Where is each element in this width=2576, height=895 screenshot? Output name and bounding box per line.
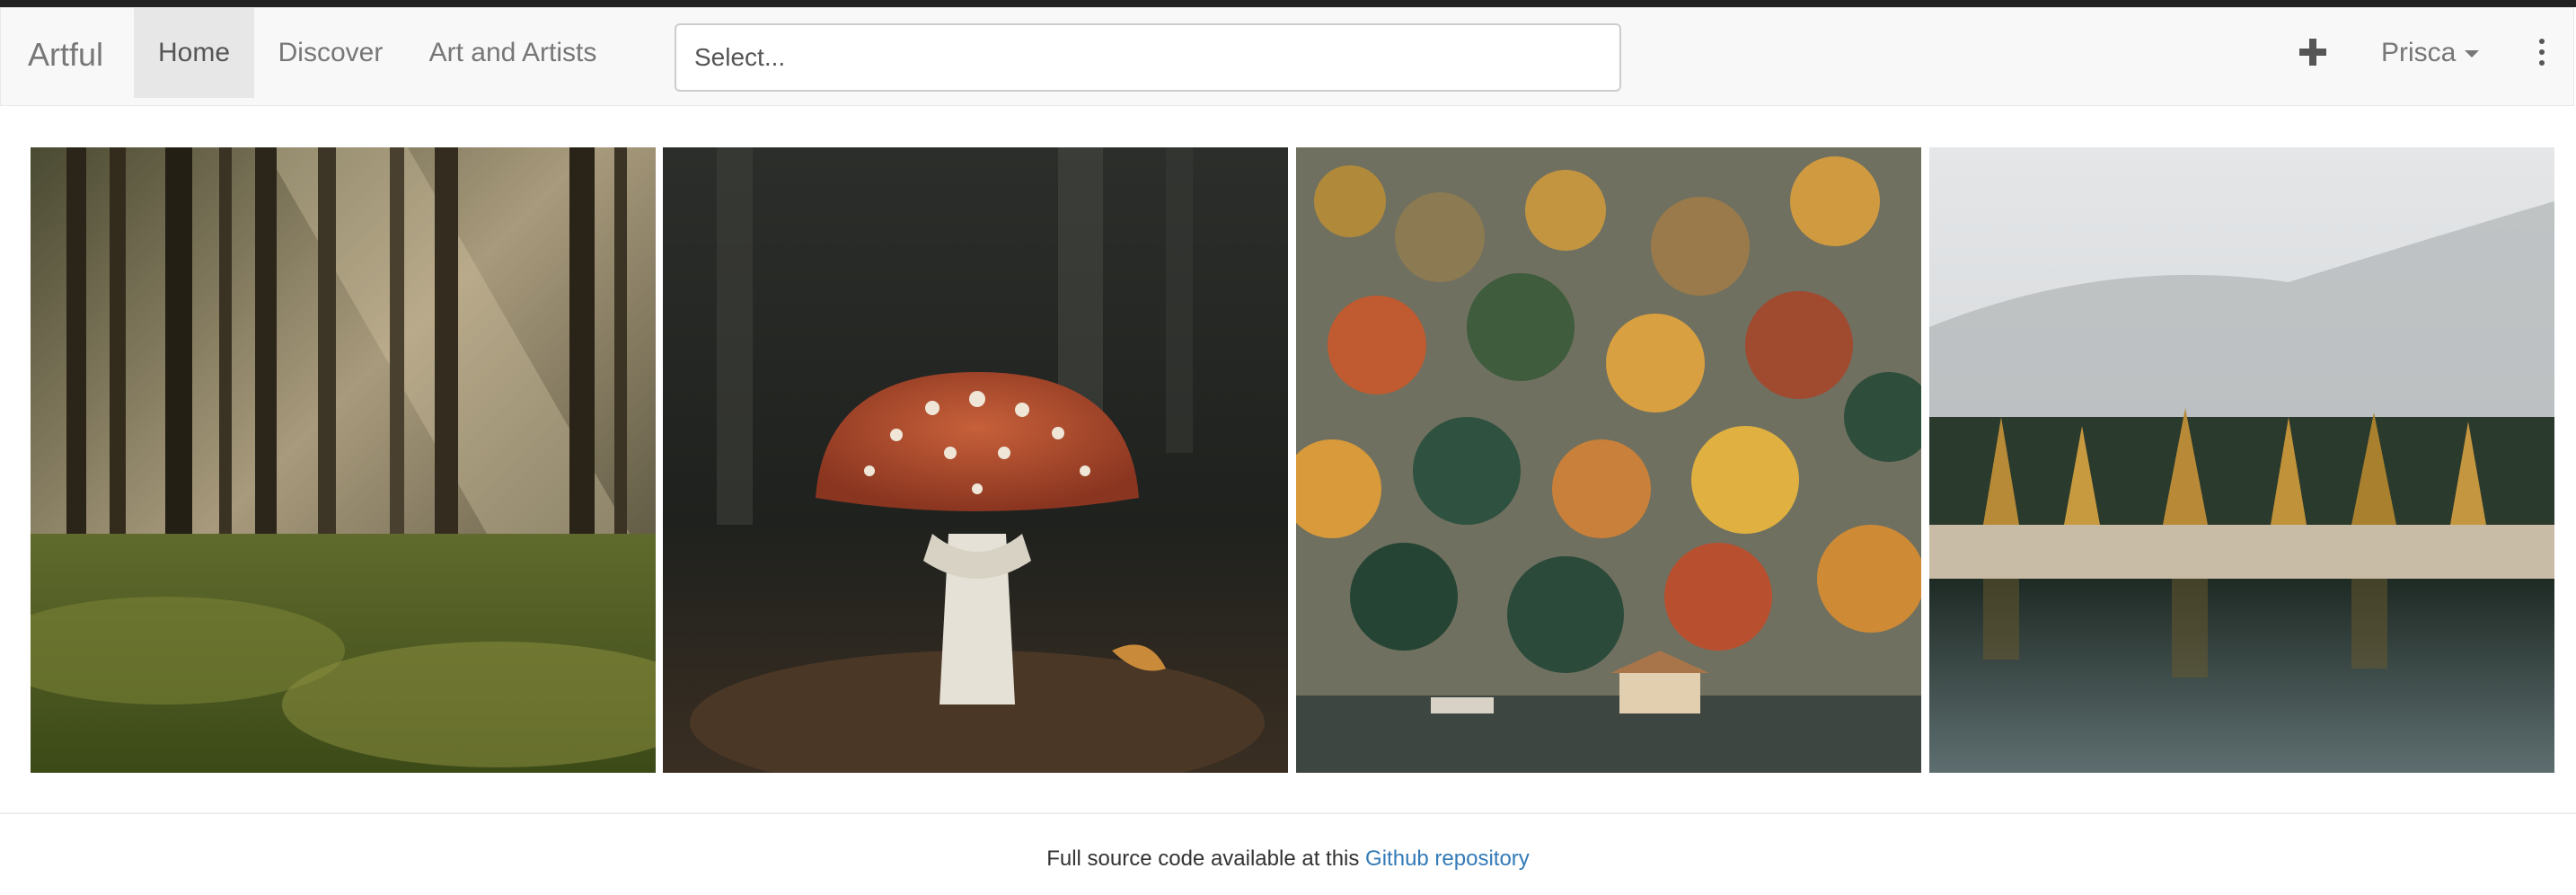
navbar: Artful Home Discover Art and Artists Pri… — [0, 7, 2574, 106]
forest-sunrays-photo — [31, 147, 656, 773]
caret-down-icon — [2465, 50, 2480, 58]
kebab-menu-icon — [2530, 39, 2554, 66]
user-name: Prisca — [2381, 38, 2457, 67]
nav-discover[interactable]: Discover — [263, 8, 398, 98]
footer-text: Full source code available at this — [1046, 846, 1366, 871]
github-repository-link[interactable]: Github repository — [1365, 846, 1530, 871]
add-button[interactable] — [2297, 24, 2336, 82]
gallery-image-misty-lake[interactable] — [1929, 147, 2554, 773]
red-mushroom-photo — [663, 147, 1288, 773]
image-gallery — [31, 147, 2554, 773]
top-border — [0, 0, 2576, 7]
gallery-image-forest[interactable] — [31, 147, 656, 773]
search-select-input[interactable] — [675, 23, 1621, 92]
gallery-image-mushroom[interactable] — [663, 147, 1288, 773]
footer-divider — [0, 812, 2576, 814]
plus-icon — [2299, 39, 2326, 66]
more-menu-button[interactable] — [2530, 39, 2554, 69]
brand-logo[interactable]: Artful — [28, 8, 103, 107]
autumn-hillside-lake-photo — [1296, 147, 1921, 773]
user-menu[interactable]: Prisca — [2381, 8, 2480, 98]
nav-art-and-artists[interactable]: Art and Artists — [418, 8, 608, 98]
nav-home[interactable]: Home — [134, 8, 254, 98]
misty-forest-lake-reflection-photo — [1929, 147, 2554, 773]
footer: Full source code available at this Githu… — [0, 846, 2576, 872]
gallery-image-autumn-hill[interactable] — [1296, 147, 1921, 773]
